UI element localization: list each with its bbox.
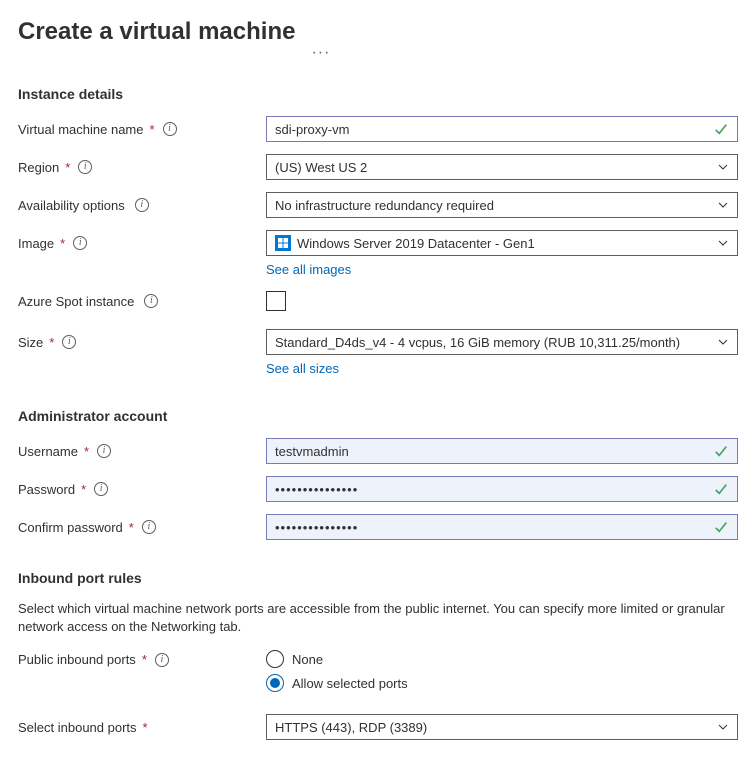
required-asterisk: * (129, 520, 134, 535)
info-icon[interactable]: i (155, 653, 169, 667)
row-username: Username * i (18, 438, 738, 464)
label-availability: Availability options (18, 198, 125, 213)
required-asterisk: * (49, 335, 54, 350)
row-image: Image * i Windows Server 2019 Datacenter… (18, 230, 738, 256)
label-password: Password (18, 482, 75, 497)
info-icon[interactable]: i (94, 482, 108, 496)
select-inbound-value: HTTPS (443), RDP (3389) (275, 720, 717, 735)
info-icon[interactable]: i (163, 122, 177, 136)
section-inbound-port-rules: Inbound port rules (18, 570, 738, 586)
row-region: Region * i (US) West US 2 (18, 154, 738, 180)
spot-checkbox[interactable] (266, 291, 286, 311)
vm-name-input[interactable] (266, 116, 738, 142)
radio-option-none[interactable]: None (266, 650, 738, 668)
info-icon[interactable]: i (73, 236, 87, 250)
valid-check-icon (713, 121, 729, 137)
label-public-inbound: Public inbound ports (18, 652, 136, 667)
label-username: Username (18, 444, 78, 459)
row-vm-name: Virtual machine name * i (18, 116, 738, 142)
row-confirm-password: Confirm password * i ••••••••••••••• (18, 514, 738, 540)
page-header: Create a virtual machine ··· (18, 18, 738, 86)
required-asterisk: * (143, 720, 148, 735)
image-value: Windows Server 2019 Datacenter - Gen1 (297, 236, 717, 251)
required-asterisk: * (60, 236, 65, 251)
page-title: Create a virtual machine (18, 18, 295, 46)
required-asterisk: * (81, 482, 86, 497)
username-input-field[interactable] (275, 439, 707, 463)
required-asterisk: * (84, 444, 89, 459)
section-instance-details: Instance details (18, 86, 738, 102)
row-password: Password * i ••••••••••••••• (18, 476, 738, 502)
required-asterisk: * (65, 160, 70, 175)
label-region: Region (18, 160, 59, 175)
availability-value: No infrastructure redundancy required (275, 198, 717, 213)
username-input[interactable] (266, 438, 738, 464)
availability-dropdown[interactable]: No infrastructure redundancy required (266, 192, 738, 218)
size-value: Standard_D4ds_v4 - 4 vcpus, 16 GiB memor… (275, 335, 717, 350)
row-public-inbound: Public inbound ports * i None Allow sele… (18, 650, 738, 692)
row-select-inbound: Select inbound ports * HTTPS (443), RDP … (18, 714, 738, 740)
info-icon[interactable]: i (97, 444, 111, 458)
see-all-sizes-link[interactable]: See all sizes (266, 361, 339, 376)
windows-icon (275, 235, 291, 251)
info-icon[interactable]: i (62, 335, 76, 349)
section-admin-account: Administrator account (18, 408, 738, 424)
size-dropdown[interactable]: Standard_D4ds_v4 - 4 vcpus, 16 GiB memor… (266, 329, 738, 355)
label-vm-name: Virtual machine name (18, 122, 144, 137)
label-spot: Azure Spot instance (18, 294, 134, 309)
info-icon[interactable]: i (144, 294, 158, 308)
label-size: Size (18, 335, 43, 350)
valid-check-icon (713, 443, 729, 459)
valid-check-icon (713, 519, 729, 535)
label-image: Image (18, 236, 54, 251)
more-actions-button[interactable]: ··· (311, 42, 330, 62)
row-size: Size * i Standard_D4ds_v4 - 4 vcpus, 16 … (18, 329, 738, 355)
row-availability: Availability options i No infrastructure… (18, 192, 738, 218)
radio-option-allow[interactable]: Allow selected ports (266, 674, 738, 692)
image-dropdown[interactable]: Windows Server 2019 Datacenter - Gen1 (266, 230, 738, 256)
valid-check-icon (713, 481, 729, 497)
required-asterisk: * (150, 122, 155, 137)
see-all-images-link[interactable]: See all images (266, 262, 351, 277)
public-inbound-radio-group: None Allow selected ports (266, 650, 738, 692)
chevron-down-icon (717, 237, 729, 249)
region-dropdown[interactable]: (US) West US 2 (266, 154, 738, 180)
label-select-inbound: Select inbound ports (18, 720, 137, 735)
info-icon[interactable]: i (135, 198, 149, 212)
info-icon[interactable]: i (142, 520, 156, 534)
password-input[interactable]: ••••••••••••••• (266, 476, 738, 502)
required-asterisk: * (142, 652, 147, 667)
row-spot: Azure Spot instance i (18, 291, 738, 311)
chevron-down-icon (717, 336, 729, 348)
label-confirm-password: Confirm password (18, 520, 123, 535)
info-icon[interactable]: i (78, 160, 92, 174)
confirm-password-input[interactable]: ••••••••••••••• (266, 514, 738, 540)
chevron-down-icon (717, 161, 729, 173)
select-inbound-dropdown[interactable]: HTTPS (443), RDP (3389) (266, 714, 738, 740)
radio-label-allow: Allow selected ports (292, 676, 408, 691)
chevron-down-icon (717, 199, 729, 211)
chevron-down-icon (717, 721, 729, 733)
radio-label-none: None (292, 652, 323, 667)
vm-name-input-field[interactable] (275, 117, 707, 141)
radio-icon (266, 674, 284, 692)
inbound-description: Select which virtual machine network por… (18, 600, 738, 636)
password-value: ••••••••••••••• (275, 482, 707, 497)
region-value: (US) West US 2 (275, 160, 717, 175)
radio-icon (266, 650, 284, 668)
confirm-password-value: ••••••••••••••• (275, 520, 707, 535)
